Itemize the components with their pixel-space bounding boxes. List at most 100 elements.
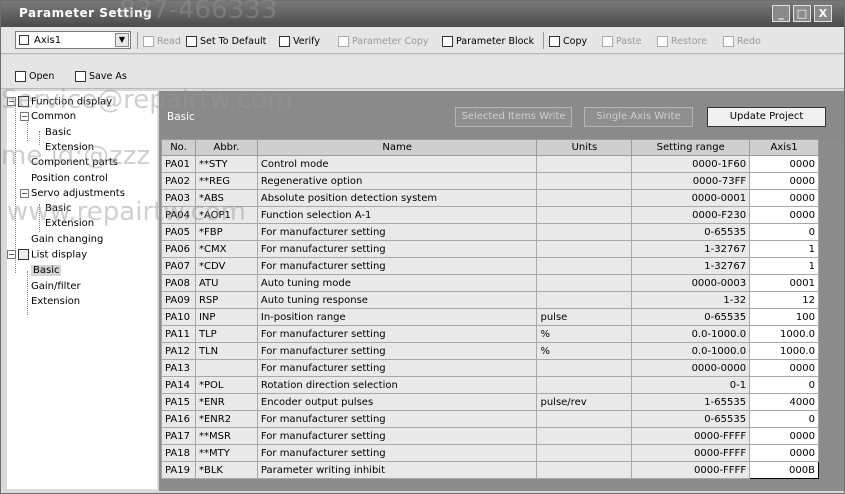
close-button[interactable]: X xyxy=(814,5,832,22)
param-value-cell[interactable]: 100 xyxy=(749,308,819,326)
folder-open-icon xyxy=(15,70,26,82)
verify-button[interactable]: Verify xyxy=(279,34,320,48)
param-value-cell[interactable]: 0000 xyxy=(749,206,819,224)
param-name-cell: For manufacturer setting xyxy=(256,342,538,360)
single-axis-write-button[interactable]: Single Axis Write xyxy=(584,107,693,127)
tree-item-position-control[interactable]: Position control xyxy=(31,173,108,184)
table-row[interactable]: PA15 *ENR Encoder output pulses pulse/rev 1-… xyxy=(161,393,819,411)
tree-item-component-parts[interactable]: Component parts xyxy=(31,157,118,168)
open-button[interactable]: Open xyxy=(15,69,54,83)
parameter-copy-button[interactable]: Parameter Copy xyxy=(338,34,429,48)
open-label: Open xyxy=(29,70,55,82)
table-row[interactable]: PA18 **MTY For manufacturer setting 0000-FF… xyxy=(161,444,819,462)
table-row[interactable]: PA09 RSP Auto tuning response 1-32 12 xyxy=(161,291,819,309)
tree-item-common-extension[interactable]: Extension xyxy=(45,142,94,153)
chevron-down-icon[interactable]: ▼ xyxy=(115,33,129,47)
param-units-cell xyxy=(536,427,633,445)
copy-button[interactable]: Copy xyxy=(549,34,587,48)
tree-item-servo-adjustments[interactable]: − Servo adjustments xyxy=(20,188,125,199)
maximize-button[interactable]: □ xyxy=(793,5,811,22)
param-value-cell[interactable]: 000B xyxy=(749,461,819,479)
table-row[interactable]: PA06 *CMX For manufacturer setting 1-32767 1 xyxy=(161,240,819,258)
tree-item-common-basic[interactable]: Basic xyxy=(45,127,71,138)
param-units-cell: % xyxy=(536,325,633,343)
param-value-cell[interactable]: 0 xyxy=(749,376,819,394)
table-row[interactable]: PA16 *ENR2 For manufacturer setting 0-65535… xyxy=(161,410,819,428)
param-value-cell[interactable]: 0000 xyxy=(749,427,819,445)
tree-item-list-basic[interactable]: Basic xyxy=(31,265,62,276)
param-name-cell: For manufacturer setting xyxy=(256,359,538,377)
param-value-cell[interactable]: 0 xyxy=(749,410,819,428)
param-range-cell: 1-32767 xyxy=(631,257,751,275)
param-value-cell[interactable]: 0000 xyxy=(749,155,819,173)
tree-item-gain-changing[interactable]: Gain changing xyxy=(31,234,103,245)
redo-icon xyxy=(723,35,734,47)
table-row[interactable]: PA14 *POL Rotation direction selection 0-1 0 xyxy=(161,376,819,394)
param-abbr-cell: *CDV xyxy=(194,257,258,275)
param-units-cell xyxy=(536,274,633,292)
param-value-cell[interactable]: 0 xyxy=(749,223,819,241)
param-units-cell xyxy=(536,206,633,224)
table-row[interactable]: PA03 *ABS Absolute position detection syst… xyxy=(161,189,819,207)
read-button[interactable]: Read xyxy=(143,34,181,48)
table-row[interactable]: PA19 *BLK Parameter writing inhibit 0000-FF… xyxy=(161,461,819,479)
tree-item-gain-filter[interactable]: Gain/filter xyxy=(31,281,81,292)
param-value-cell[interactable]: 0000 xyxy=(749,172,819,190)
param-name-cell: Auto tuning response xyxy=(256,291,538,309)
parameter-block-button[interactable]: Parameter Block xyxy=(442,34,534,48)
table-row[interactable]: PA02 **REG Regenerative option 0000-73FF 000… xyxy=(161,172,819,190)
param-value-cell[interactable]: 0001 xyxy=(749,274,819,292)
param-range-cell: 0000-0001 xyxy=(631,189,751,207)
main-toolbar: Axis1 ▼ Read Set To Default Verify Param… xyxy=(1,27,844,54)
param-no-cell: PA10 xyxy=(161,308,196,326)
param-value-cell[interactable]: 12 xyxy=(749,291,819,309)
param-value-cell[interactable]: 1000.0 xyxy=(749,325,819,343)
paste-button[interactable]: Paste xyxy=(602,34,642,48)
collapse-icon[interactable]: − xyxy=(7,250,16,259)
param-value-cell[interactable]: 0000 xyxy=(749,444,819,462)
table-row[interactable]: PA05 *FBP For manufacturer setting 0-65535 0 xyxy=(161,223,819,241)
table-header-row: No. Abbr. Name Units Setting range Axis1 xyxy=(161,139,819,156)
redo-button[interactable]: Redo xyxy=(723,34,761,48)
selected-items-write-button[interactable]: Selected Items Write xyxy=(455,107,572,127)
tree-item-servo-extension[interactable]: Extension xyxy=(45,218,94,229)
table-row[interactable]: PA08 ATU Auto tuning mode 0000-0003 0001 xyxy=(161,274,819,292)
param-value-cell[interactable]: 1000.0 xyxy=(749,342,819,360)
update-project-button[interactable]: Update Project xyxy=(707,107,826,127)
param-abbr-cell: RSP xyxy=(194,291,258,309)
table-row[interactable]: PA07 *CDV For manufacturer setting 1-32767 1 xyxy=(161,257,819,275)
param-name-cell: Parameter writing inhibit xyxy=(256,461,538,479)
param-value-cell[interactable]: 0000 xyxy=(749,189,819,207)
tree-item-list-extension[interactable]: Extension xyxy=(31,296,80,307)
table-row[interactable]: PA12 TLN For manufacturer setting% 0.0-1000… xyxy=(161,342,819,360)
tree-item-list-display[interactable]: − List display xyxy=(7,249,87,261)
tree-item-function-display[interactable]: − Function display xyxy=(7,96,112,108)
set-to-default-button[interactable]: Set To Default xyxy=(186,34,266,48)
collapse-icon[interactable]: − xyxy=(20,188,29,198)
param-no-cell: PA18 xyxy=(161,444,196,462)
copy-label: Copy xyxy=(563,35,588,47)
collapse-icon[interactable]: − xyxy=(20,111,29,121)
param-no-cell: PA09 xyxy=(161,291,196,309)
table-row[interactable]: PA11 TLP For manufacturer setting% 0.0-1000… xyxy=(161,325,819,343)
table-row[interactable]: PA01 **STY Control mode 0000-1F60 0000 xyxy=(161,155,819,173)
param-value-cell[interactable]: 1 xyxy=(749,257,819,275)
tree-item-common[interactable]: − Common xyxy=(20,111,76,122)
param-abbr-cell: **MTY xyxy=(194,444,258,462)
table-row[interactable]: PA10 INP In-position range pulse 0-65535 100 xyxy=(161,308,819,326)
minimize-button[interactable]: _ xyxy=(772,5,790,22)
param-value-cell[interactable]: 4000 xyxy=(749,393,819,411)
param-range-cell: 0000-0003 xyxy=(631,274,751,292)
table-row[interactable]: PA13 For manufacturer setting 0000-0000 000… xyxy=(161,359,819,377)
param-units-cell xyxy=(536,444,633,462)
collapse-icon[interactable]: − xyxy=(7,97,16,106)
axis-select[interactable]: Axis1 ▼ xyxy=(15,31,131,49)
restore-button[interactable]: Restore xyxy=(657,34,707,48)
param-value-cell[interactable]: 0000 xyxy=(749,359,819,377)
param-value-cell[interactable]: 1 xyxy=(749,240,819,258)
param-abbr-cell: *ENR2 xyxy=(194,410,258,428)
table-row[interactable]: PA04 *AOP1 Function selection A-1 0000-F230… xyxy=(161,206,819,224)
table-row[interactable]: PA17 **MSR For manufacturer setting 0000-FF… xyxy=(161,427,819,445)
tree-item-servo-basic[interactable]: Basic xyxy=(45,203,71,214)
save-as-button[interactable]: Save As xyxy=(75,69,127,83)
